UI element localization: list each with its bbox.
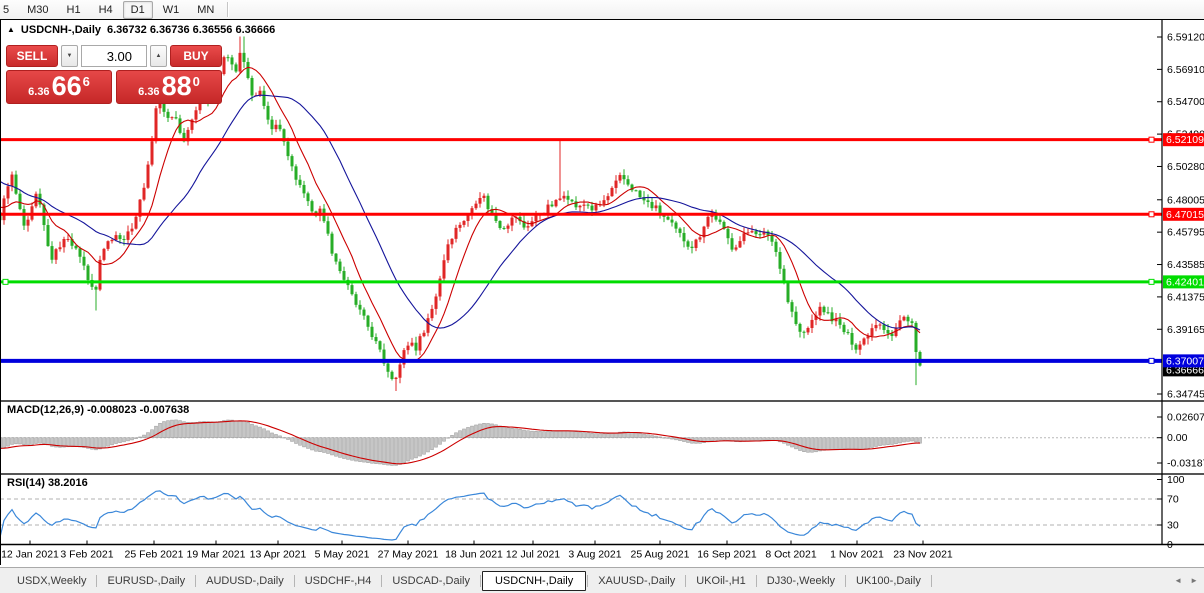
date-label: 25 Aug 2021 xyxy=(631,549,690,561)
sell-price-pip: 6 xyxy=(83,74,90,89)
price-axis-label: 6.45795 xyxy=(1167,227,1204,239)
tab-separator xyxy=(845,575,846,587)
tab-separator xyxy=(381,575,382,587)
tab-usdchf-[interactable]: USDCHF-,H4 xyxy=(296,572,381,590)
hline-price-label-text: 6.47015 xyxy=(1166,209,1204,221)
hline-handle[interactable] xyxy=(1149,358,1154,363)
rsi-axis-label: 0 xyxy=(1167,539,1173,551)
price-axis-label: 6.54700 xyxy=(1167,96,1204,108)
hline-price-label-text: 6.42401 xyxy=(1166,276,1204,288)
macd-indicator-label: MACD(12,26,9) -0.008023 -0.007638 xyxy=(7,404,189,416)
hline-handle[interactable] xyxy=(1149,137,1154,142)
date-label: 23 Nov 2021 xyxy=(893,549,953,561)
chart-ohlc-values: 6.36732 6.36736 6.36556 6.36666 xyxy=(107,24,275,36)
sell-price-button[interactable]: 6.36 66 6 xyxy=(6,70,112,104)
date-label: 19 Mar 2021 xyxy=(187,549,246,561)
rsi-indicator-label: RSI(14) 38.2016 xyxy=(7,477,88,489)
chart-symbol-label: USDCNH-,Daily xyxy=(21,24,101,36)
hline-handle[interactable] xyxy=(3,279,8,284)
tab-xauusd-[interactable]: XAUUSD-,Daily xyxy=(589,572,684,590)
tab-separator xyxy=(931,575,932,587)
tab-separator xyxy=(96,575,97,587)
tab-usdcnh-[interactable]: USDCNH-,Daily xyxy=(482,571,586,591)
date-label: 8 Oct 2021 xyxy=(765,549,817,561)
price-axis-label: 6.41375 xyxy=(1167,291,1204,303)
volume-input[interactable]: 3.00 xyxy=(81,45,147,67)
price-axis-label: 6.34745 xyxy=(1167,388,1204,400)
sell-button[interactable]: SELL xyxy=(6,45,58,67)
hline-price-label-text: 6.37007 xyxy=(1166,355,1204,367)
buy-price-prefix: 6.36 xyxy=(138,86,159,98)
timeframe-button-h4[interactable]: H4 xyxy=(91,1,121,19)
date-label: 27 May 2021 xyxy=(378,549,439,561)
hline-price-label-text: 6.52109 xyxy=(1166,134,1204,146)
hline-handle[interactable] xyxy=(1149,279,1154,284)
date-label: 3 Feb 2021 xyxy=(60,549,113,561)
chart-tab-bar: USDX,WeeklyEURUSD-,DailyAUDUSD-,DailyUSD… xyxy=(0,567,1204,593)
one-click-trading-panel: SELL ▼ 3.00 ▲ BUY 6.36 66 6 6.36 88 0 xyxy=(6,45,222,104)
macd-axis-label: -0.03187 xyxy=(1167,458,1204,470)
timeframe-button-w1[interactable]: W1 xyxy=(155,1,188,19)
chart-title: ▲ USDCNH-,Daily 6.36732 6.36736 6.36556 … xyxy=(7,24,275,36)
timeframe-button-5[interactable]: 5 xyxy=(0,1,17,19)
buy-price-main: 88 xyxy=(162,72,192,100)
timeframe-button-mn[interactable]: MN xyxy=(189,1,222,19)
timeframe-button-h1[interactable]: H1 xyxy=(59,1,89,19)
tabs-scroll-right-icon[interactable]: ► xyxy=(1190,576,1198,585)
price-axis-label: 6.59120 xyxy=(1167,32,1204,44)
buy-price-pip: 0 xyxy=(193,74,200,89)
date-label: 16 Sep 2021 xyxy=(697,549,757,561)
date-label: 3 Aug 2021 xyxy=(568,549,621,561)
tab-usdcad-[interactable]: USDCAD-,Daily xyxy=(383,572,479,590)
buy-button[interactable]: BUY xyxy=(170,45,222,67)
date-label: 12 Jul 2021 xyxy=(506,549,560,561)
tab-separator xyxy=(756,575,757,587)
tab-separator xyxy=(480,575,481,587)
tab-eurusd-[interactable]: EURUSD-,Daily xyxy=(98,572,194,590)
date-label: 18 Jun 2021 xyxy=(445,549,503,561)
tab-separator xyxy=(587,575,588,587)
tab-separator xyxy=(294,575,295,587)
price-axis-label: 6.43585 xyxy=(1167,259,1204,271)
timeframe-button-d1[interactable]: D1 xyxy=(123,1,153,19)
price-axis-label: 6.39165 xyxy=(1167,324,1204,336)
volume-decrease-button[interactable]: ▼ xyxy=(61,45,78,67)
trading-terminal: 5M30H1H4D1W1MN 6.59120 6.56910 6.54700 6.52… xyxy=(0,0,1204,593)
tab-separator xyxy=(195,575,196,587)
rsi-line xyxy=(0,491,920,540)
tab-uk100-[interactable]: UK100-,Daily xyxy=(847,572,930,590)
ma-slow-line xyxy=(0,95,920,330)
tab-usdx[interactable]: USDX,Weekly xyxy=(8,572,95,590)
macd-axis-label: 0.02607 xyxy=(1167,412,1204,424)
chart-window[interactable]: 6.591206.569106.547006.524906.502806.480… xyxy=(0,19,1204,567)
macd-histogram xyxy=(0,420,922,466)
date-label: 1 Nov 2021 xyxy=(830,549,884,561)
price-axis-label: 6.48005 xyxy=(1167,194,1204,206)
rsi-axis-label: 30 xyxy=(1167,520,1179,532)
collapse-panel-icon[interactable]: ▲ xyxy=(7,25,15,34)
date-label: 25 Feb 2021 xyxy=(125,549,184,561)
macd-axis-label: 0.00 xyxy=(1167,432,1188,444)
sell-price-main: 66 xyxy=(52,72,82,100)
price-axis-label: 6.56910 xyxy=(1167,64,1204,76)
date-label: 12 Jan 2021 xyxy=(1,549,59,561)
date-label: 5 May 2021 xyxy=(315,549,370,561)
tab-audusd-[interactable]: AUDUSD-,Daily xyxy=(197,572,293,590)
tab-dj30-[interactable]: DJ30-,Weekly xyxy=(758,572,844,590)
volume-increase-button[interactable]: ▲ xyxy=(150,45,167,67)
timeframe-button-m30[interactable]: M30 xyxy=(19,1,56,19)
tabs-scroll-left-icon[interactable]: ◄ xyxy=(1174,576,1182,585)
timeframe-toolbar: 5M30H1H4D1W1MN xyxy=(0,0,1204,20)
rsi-axis-label: 100 xyxy=(1167,474,1185,486)
tab-ukoil-[interactable]: UKOil-,H1 xyxy=(687,572,755,590)
price-axis-label: 6.50280 xyxy=(1167,161,1204,173)
toolbar-separator xyxy=(227,2,228,17)
tab-separator xyxy=(685,575,686,587)
macd-signal-line xyxy=(0,421,920,464)
buy-price-button[interactable]: 6.36 88 0 xyxy=(116,70,222,104)
hline-handle[interactable] xyxy=(1149,212,1154,217)
rsi-axis-label: 70 xyxy=(1167,494,1179,506)
sell-price-prefix: 6.36 xyxy=(28,86,49,98)
date-label: 13 Apr 2021 xyxy=(250,549,307,561)
